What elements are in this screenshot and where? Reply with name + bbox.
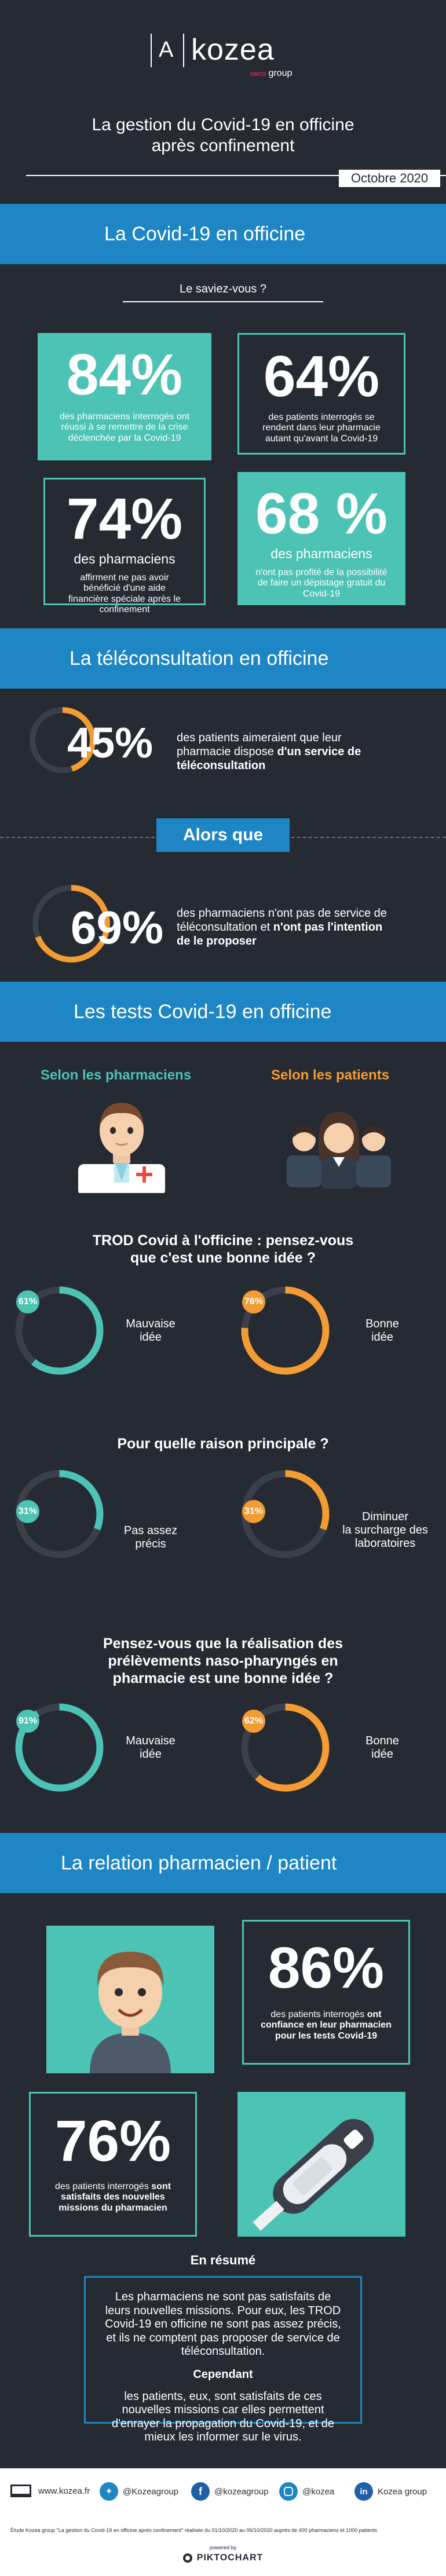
footer: www.kozea.fr ✦ @Kozeagroup f @kozeagroup… [0, 2468, 446, 2576]
answer-label: Pas assez précis [123, 1524, 178, 1550]
section-title: La relation pharmacien / patient [61, 1852, 337, 1874]
boy-icon [90, 1952, 171, 2073]
date-badge: Octobre 2020 [339, 170, 440, 187]
infographic: A kozea ONCO group La gestion du Covid-1… [0, 0, 446, 2576]
stat-card-74: 74% des pharmaciens affirment ne pas avo… [43, 478, 206, 614]
stat-text-45: des patients aimeraient que leur pharmac… [177, 731, 361, 772]
test-device-icon [253, 2118, 374, 2231]
question-prelevements: Pensez-vous que la réalisation des prélè… [103, 1635, 343, 1686]
logo-sub-brand: ONCO [250, 71, 266, 77]
ring-label-61: 61% [16, 1290, 39, 1313]
footer-powered: powered by [209, 2545, 237, 2551]
piktochart-icon [182, 2553, 192, 2563]
question-raison: Pour quelle raison principale ? [117, 1436, 329, 1452]
stat-card-84: 84% des pharmaciens interrogés ont réuss… [38, 333, 211, 460]
resume-title: En résumé [190, 2253, 256, 2267]
stat-text-69: des pharmaciens n'ont pas de service de … [177, 907, 387, 947]
section-banner-teleconsultation: La téléconsultation en officine [0, 628, 446, 689]
footer-instagram[interactable]: @kozea [279, 2482, 334, 2501]
pharmacist-icon [78, 1103, 165, 1193]
facebook-icon: f [191, 2482, 210, 2501]
stat-card-68: 68 % des pharmaciens n'ont pas profité d… [237, 472, 405, 605]
section-title: La Covid-19 en officine [104, 223, 306, 245]
saviez-vous: Le saviez-vous ? [179, 283, 267, 295]
footer-source: Étude Kozea group "La gestion du Covid-1… [10, 2527, 378, 2533]
resume-box: Les pharmaciens ne sont pas satisfaits d… [84, 2276, 362, 2443]
piktochart-logo[interactable]: PIKTOCHART [0, 2553, 446, 2563]
section-banner-covid: La Covid-19 en officine [0, 204, 446, 264]
answer-label: Bonne idée [365, 1318, 399, 1344]
saviez-rule [123, 301, 323, 302]
ring-label-31-left: 31% [16, 1500, 39, 1523]
patients-icon [287, 1112, 391, 1189]
linkedin-icon: in [354, 2482, 373, 2501]
ring-label-76: 76% [242, 1290, 265, 1313]
footer-linkedin[interactable]: in Kozea group [354, 2482, 427, 2501]
section-banner-relation: La relation pharmacien / patient [0, 1833, 446, 1893]
device-illustration [237, 2092, 405, 2237]
boy-illustration [46, 1926, 214, 2073]
stat-value-69: 69% [71, 902, 164, 953]
col-label-pharmaciens: Selon les pharmaciens [40, 1067, 192, 1083]
stat-card-64: 64% des patients interrogés se rendent d… [237, 333, 405, 455]
stat-card-86: 86% des patients interrogés ont confianc… [242, 1920, 410, 2065]
page-title: La gestion du Covid-19 en officine après… [92, 115, 354, 155]
logo-sub: group [268, 68, 293, 78]
stat-value-45: 45% [67, 719, 153, 767]
section-title: Les tests Covid-19 en officine [74, 1001, 332, 1023]
section-title: La téléconsultation en officine [70, 647, 329, 669]
footer-facebook[interactable]: f @kozeagroup [191, 2482, 269, 2501]
ring-label-31-right: 31% [242, 1500, 265, 1523]
answer-label: Diminuer la surcharge des laboratoires [342, 1510, 428, 1550]
instagram-icon [279, 2482, 298, 2501]
answer-label: Mauvaise idée [126, 1735, 176, 1761]
ring-label-62: 62% [242, 1710, 265, 1733]
laptop-icon [10, 2484, 31, 2497]
stat-card-76: 76% des patients interrogés sont satisfa… [29, 2092, 197, 2237]
section-banner-tests: Les tests Covid-19 en officine [0, 982, 446, 1042]
logo-text: kozea [191, 33, 275, 67]
twitter-icon: ✦ [100, 2482, 118, 2501]
ring-label-91: 91% [16, 1710, 39, 1733]
logo-a-icon: A [159, 38, 174, 62]
alors-que-badge: Alors que [156, 818, 290, 852]
col-label-patients: Selon les patients [270, 1067, 390, 1083]
answer-label: Bonne idée [365, 1735, 399, 1761]
question-trod: TROD Covid à l'officine : pensez-vous qu… [92, 1232, 354, 1266]
footer-website[interactable]: www.kozea.fr [10, 2484, 90, 2497]
footer-twitter[interactable]: ✦ @Kozeagroup [100, 2482, 178, 2501]
logo: A kozea ONCO group [151, 34, 301, 86]
answer-label: Mauvaise idée [126, 1318, 176, 1344]
